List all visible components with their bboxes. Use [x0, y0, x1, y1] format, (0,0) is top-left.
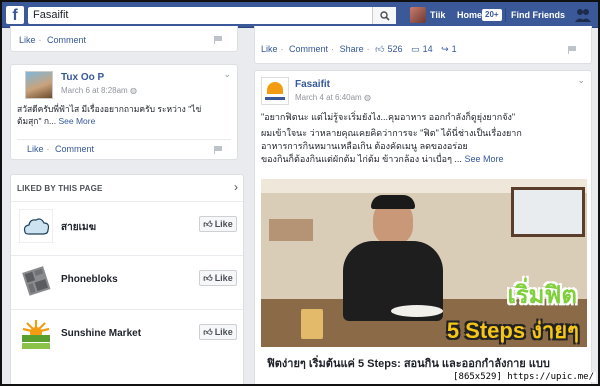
- dot-separator: ·: [331, 44, 335, 54]
- action-divider: [17, 139, 231, 140]
- visitor-post-card: Tux Oo P March 6 at 8:28am ◍ ⌄ สวัสดีครั…: [10, 64, 238, 160]
- dot-separator: ·: [38, 35, 42, 45]
- shares-count[interactable]: ↪ 1: [441, 44, 460, 54]
- like-link[interactable]: Like: [27, 144, 44, 154]
- upload-watermark: [865x529] https://upic.me/: [451, 372, 596, 382]
- image-glass: [301, 309, 323, 339]
- browser-frame: f Fasaifit Tiik Home 20+ Find Friends Li…: [2, 2, 598, 384]
- liked-page-row: สายเมฆ 👍︎ Like: [11, 201, 243, 251]
- thumbs-up-icon: 👍︎: [375, 44, 385, 54]
- comment-icon: ▭: [411, 44, 420, 54]
- image-title-thai: เริ่มฟิต: [507, 282, 578, 309]
- globe-icon: ◍: [363, 93, 371, 102]
- friend-requests-icon[interactable]: [574, 7, 592, 23]
- dot-separator: ·: [366, 44, 370, 54]
- comment-link[interactable]: Comment: [47, 35, 86, 45]
- home-notification-badge: 20+: [482, 9, 502, 21]
- page-avatar-mark: [267, 82, 283, 94]
- author-avatar[interactable]: [25, 71, 53, 99]
- comment-link[interactable]: Comment: [289, 44, 328, 54]
- share-link[interactable]: Share: [340, 44, 364, 54]
- image-plate: [391, 305, 443, 317]
- post-timestamp[interactable]: March 6 at 8:28am ◍: [61, 86, 137, 95]
- top-navigation-bar: f Fasaifit Tiik Home 20+ Find Friends: [2, 2, 598, 28]
- post-author[interactable]: Tux Oo P: [61, 72, 104, 83]
- user-avatar[interactable]: [410, 7, 426, 23]
- page-like-button[interactable]: 👍︎ Like: [199, 270, 237, 286]
- home-link[interactable]: Home: [457, 10, 482, 20]
- thumbs-up-icon: 👍︎: [203, 218, 213, 229]
- flag-icon[interactable]: [213, 35, 223, 44]
- like-link[interactable]: Like: [19, 35, 36, 45]
- page-avatar[interactable]: [261, 77, 289, 105]
- chevron-right-icon[interactable]: ›: [234, 180, 238, 194]
- sunshine-market-logo[interactable]: [19, 317, 53, 351]
- image-title-english: 5 Steps ง่ายๆ: [446, 318, 579, 343]
- previous-post-card: Like · Comment · Share · 👍︎ 526 ▭ 14 ↪ 1: [254, 26, 592, 64]
- see-more-link[interactable]: See More: [58, 116, 95, 126]
- image-person-hair: [371, 195, 415, 209]
- post-text: "อยากฟิตนะ แต่ไม่รู้จะเริ่มยังไง...คุมอา…: [261, 112, 522, 164]
- search-icon: [379, 10, 390, 21]
- liked-page-row: Sunshine Market 👍︎ Like: [11, 309, 243, 359]
- previous-post-card: Like · Comment: [10, 26, 238, 52]
- find-friends-link[interactable]: Find Friends: [511, 10, 565, 20]
- search-button[interactable]: [372, 7, 396, 24]
- share-icon: ↪: [441, 44, 449, 54]
- shared-link-image[interactable]: เริ่มฟิต 5 Steps ง่ายๆ: [261, 179, 587, 347]
- comment-link[interactable]: Comment: [55, 144, 94, 154]
- see-more-link[interactable]: See More: [464, 154, 503, 164]
- dot-separator: ·: [280, 44, 284, 54]
- liked-page-name[interactable]: Sunshine Market: [61, 328, 141, 339]
- thumbs-up-icon: 👍︎: [203, 326, 213, 337]
- liked-page-name[interactable]: สายเมฆ: [61, 220, 96, 235]
- search-input[interactable]: Fasaifit: [28, 7, 396, 24]
- post-text: สวัสดีครับพี่ฟ้าไส มีเรื่องอยากถามครับ ร…: [17, 104, 202, 126]
- chevron-down-icon[interactable]: ⌄: [223, 69, 231, 80]
- thumbs-up-icon: 👍︎: [203, 272, 213, 283]
- phonebloks-logo[interactable]: [19, 263, 53, 297]
- page-post-card: Fasaifit March 4 at 6:40am ◍ ⌄ "อยากฟิตน…: [254, 70, 592, 384]
- liked-page-row: Phonebloks 👍︎ Like: [11, 255, 243, 305]
- dot-separator: ·: [46, 144, 50, 154]
- globe-icon: ◍: [129, 86, 137, 95]
- shared-link-title[interactable]: ฟิตง่ายๆ เริ่มต้นแค่ 5 Steps: สอนกิน และ…: [267, 354, 589, 372]
- nav-divider: [505, 8, 506, 22]
- like-link[interactable]: Like: [261, 44, 278, 54]
- cloud-logo[interactable]: [19, 209, 53, 243]
- flag-icon[interactable]: [567, 45, 577, 54]
- page-avatar-bar: [265, 97, 285, 100]
- user-name-link[interactable]: Tiik: [430, 10, 445, 20]
- facebook-logo-icon[interactable]: f: [6, 6, 24, 24]
- page-like-button[interactable]: 👍︎ Like: [199, 324, 237, 340]
- chevron-down-icon[interactable]: ⌄: [577, 75, 585, 86]
- image-shelf: [269, 219, 313, 241]
- liked-page-name[interactable]: Phonebloks: [61, 274, 118, 285]
- flag-icon[interactable]: [213, 145, 223, 154]
- comments-count[interactable]: ▭ 14: [411, 44, 436, 54]
- image-window: [511, 187, 585, 237]
- post-author[interactable]: Fasaifit: [295, 79, 330, 90]
- page-like-button[interactable]: 👍︎ Like: [199, 216, 237, 232]
- liked-by-this-page-card: LIKED BY THIS PAGE › สายเมฆ 👍︎ Like Phone…: [10, 174, 244, 384]
- likes-count[interactable]: 👍︎ 526: [375, 44, 405, 54]
- post-timestamp[interactable]: March 4 at 6:40am ◍: [295, 93, 371, 102]
- liked-pages-heading: LIKED BY THIS PAGE: [17, 184, 103, 193]
